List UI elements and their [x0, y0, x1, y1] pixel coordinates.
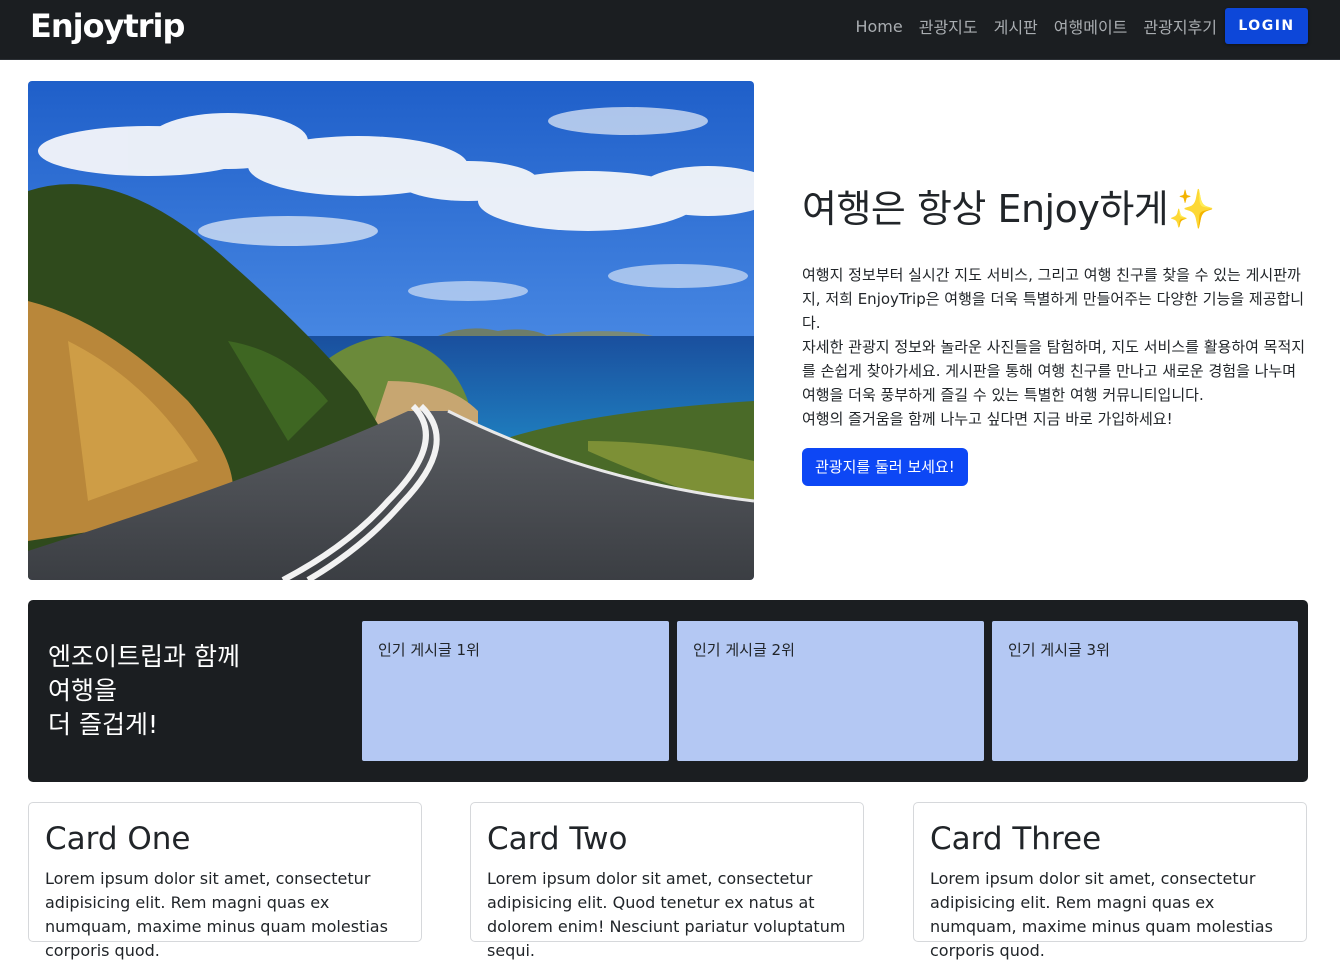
hero-paragraph-1: 여행지 정보부터 실시간 지도 서비스, 그리고 여행 친구를 찾을 수 있는 …: [802, 266, 1305, 332]
nav-link-travel-mate[interactable]: 여행메이트: [1054, 14, 1128, 38]
card-text: Lorem ipsum dolor sit amet, consectetur …: [487, 869, 846, 960]
popular-title-line-2: 여행을: [48, 676, 118, 705]
popular-post-card-1[interactable]: 인기 게시글 1위: [362, 621, 669, 761]
popular-title-line-3: 더 즐겁게!: [48, 710, 158, 739]
card-text: Lorem ipsum dolor sit amet, consectetur …: [45, 869, 388, 960]
explore-attractions-button[interactable]: 관광지를 둘러 보세요!: [802, 448, 968, 486]
card-two: Card Two Lorem ipsum dolor sit amet, con…: [470, 802, 864, 960]
card-text: Lorem ipsum dolor sit amet, consectetur …: [930, 869, 1273, 960]
popular-post-label: 인기 게시글 1위: [378, 641, 480, 659]
card-title: Card Three: [930, 821, 1102, 857]
card-three: Card Three Lorem ipsum dolor sit amet, c…: [913, 802, 1307, 960]
popular-post-card-2[interactable]: 인기 게시글 2위: [677, 621, 984, 761]
hero-image: [28, 81, 754, 580]
hero-title-text: 여행은 항상 Enjoy하게: [802, 187, 1169, 231]
popular-post-label: 인기 게시글 2위: [693, 641, 795, 659]
brand-logo[interactable]: Enjoytrip: [30, 7, 185, 45]
popular-post-card-3[interactable]: 인기 게시글 3위: [992, 621, 1298, 761]
popular-posts-section: 엔조이트립과 함께 여행을 더 즐겁게! 인기 게시글 1위 인기 게시글 2위…: [28, 600, 1308, 782]
hero-description: 여행지 정보부터 실시간 지도 서비스, 그리고 여행 친구를 찾을 수 있는 …: [802, 263, 1307, 431]
nav-link-home[interactable]: Home: [855, 17, 902, 36]
hero-title: 여행은 항상 Enjoy하게✨: [802, 178, 1307, 233]
coastal-road-photo: [28, 81, 754, 580]
hero-paragraph-2: 자세한 관광지 정보와 놀라운 사진들을 탐험하며, 지도 서비스를 활용하여 …: [802, 338, 1306, 404]
card-title: Card Two: [487, 821, 628, 857]
navbar: Enjoytrip Home 관광지도 게시판 여행메이트 관광지후기 LOGI…: [0, 0, 1340, 60]
card-title: Card One: [45, 821, 191, 857]
popular-section-title: 엔조이트립과 함께 여행을 더 즐겁게!: [48, 640, 240, 742]
popular-post-label: 인기 게시글 3위: [1008, 641, 1110, 659]
popular-title-line-1: 엔조이트립과 함께: [48, 642, 240, 671]
hero-text: 여행은 항상 Enjoy하게✨ 여행지 정보부터 실시간 지도 서비스, 그리고…: [802, 178, 1307, 486]
login-button[interactable]: LOGIN: [1225, 8, 1308, 44]
nav-link-board[interactable]: 게시판: [994, 14, 1038, 38]
card-one: Card One Lorem ipsum dolor sit amet, con…: [28, 802, 422, 960]
nav-link-tour-map[interactable]: 관광지도: [919, 14, 978, 38]
nav-links: Home 관광지도 게시판 여행메이트 관광지후기 LOGIN: [855, 8, 1308, 44]
sparkles-icon: ✨: [1168, 187, 1216, 231]
hero-paragraph-3: 여행의 즐거움을 함께 나누고 싶다면 지금 바로 가입하세요!: [802, 410, 1173, 428]
nav-link-reviews[interactable]: 관광지후기: [1143, 14, 1217, 38]
